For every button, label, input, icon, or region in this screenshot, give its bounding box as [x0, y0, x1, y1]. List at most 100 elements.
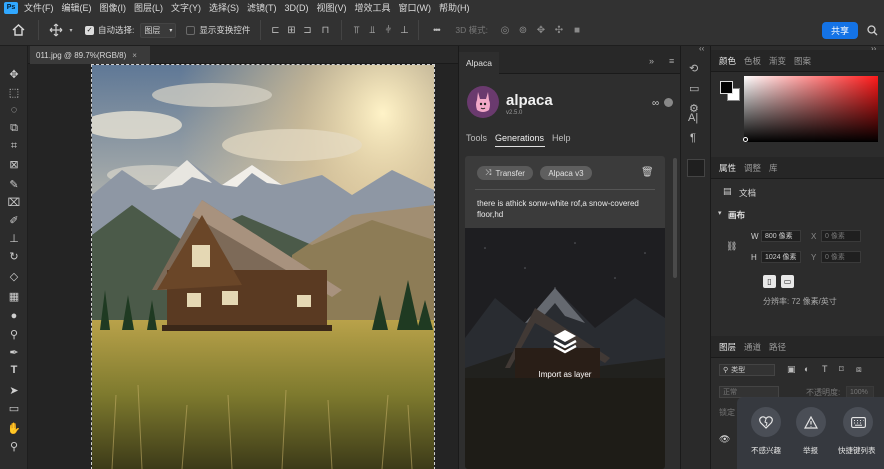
report-button[interactable]: [796, 407, 826, 437]
tab-adjustments[interactable]: 调整: [744, 162, 761, 174]
menu-window[interactable]: 窗口(W): [399, 1, 432, 14]
3d-orbit-icon[interactable]: ◎: [496, 25, 514, 36]
collapse-icon[interactable]: ‹‹: [699, 44, 704, 53]
eraser-tool-icon[interactable]: ◇: [5, 268, 23, 284]
3d-pan-icon[interactable]: ✥: [532, 25, 550, 36]
move-tool-icon[interactable]: [45, 23, 67, 37]
panel-scrollbar[interactable]: [673, 158, 677, 278]
landscape-orientation-button[interactable]: ▭: [781, 275, 794, 288]
height-input[interactable]: 1024 像素: [761, 251, 801, 263]
trash-icon[interactable]: 🗑: [641, 167, 654, 178]
menu-filter[interactable]: 滤镜(T): [247, 1, 277, 14]
import-overlay[interactable]: Import as layer: [465, 228, 665, 469]
generated-image[interactable]: Import as layer: [465, 228, 665, 469]
toggle-icon[interactable]: [664, 98, 673, 107]
tab-gradients[interactable]: 渐变: [769, 55, 786, 67]
tab-generations[interactable]: Generations: [495, 133, 544, 143]
menu-help[interactable]: 帮助(H): [439, 1, 470, 14]
document-tab[interactable]: 011.jpg @ 89.7%(RGB/8) ×: [30, 46, 150, 64]
rectangle-tool-icon[interactable]: ▭: [5, 400, 23, 416]
healing-brush-tool-icon[interactable]: ⌧: [5, 194, 23, 210]
paragraph-icon[interactable]: ¶: [690, 132, 696, 144]
align-left-icon[interactable]: ⊏: [267, 25, 283, 36]
menu-3d[interactable]: 3D(D): [285, 3, 309, 13]
brush-tool-icon[interactable]: ✐: [5, 212, 23, 228]
3d-slide-icon[interactable]: ✣: [550, 25, 568, 36]
tab-help[interactable]: Help: [552, 133, 571, 143]
distribute-icon[interactable]: ⊥: [396, 25, 412, 36]
align-center-horizontal-icon[interactable]: ⊞: [283, 25, 299, 36]
3d-camera-icon[interactable]: ■: [568, 25, 586, 36]
3d-roll-icon[interactable]: ⊚: [514, 25, 532, 36]
filter-type-icon[interactable]: T: [822, 364, 828, 374]
tab-color[interactable]: 颜色: [719, 55, 736, 67]
align-right-icon[interactable]: ⊐: [299, 25, 315, 36]
foreground-color-swatch[interactable]: [720, 81, 733, 94]
eyedropper-tool-icon[interactable]: ✎: [5, 176, 23, 192]
history-icon[interactable]: ⟲: [689, 62, 698, 75]
panel-thumbnail[interactable]: [687, 159, 705, 177]
history-brush-tool-icon[interactable]: ↻: [5, 248, 23, 264]
collapse-panel-icon[interactable]: »: [649, 56, 654, 66]
show-transform-checkbox[interactable]: [186, 25, 196, 35]
frame-tool-icon[interactable]: ⊠: [5, 156, 23, 172]
comment-icon[interactable]: ▭: [689, 82, 699, 95]
menu-file[interactable]: 文件(F): [24, 1, 54, 14]
menu-edit[interactable]: 编辑(E): [62, 1, 92, 14]
more-options-icon[interactable]: •••: [425, 25, 447, 35]
home-icon[interactable]: [4, 20, 32, 40]
search-icon[interactable]: [866, 24, 878, 36]
filter-shape-icon[interactable]: ⌑: [839, 364, 844, 375]
menu-type[interactable]: 文字(Y): [171, 1, 201, 14]
clone-stamp-tool-icon[interactable]: ⊥: [5, 230, 23, 246]
tab-channels[interactable]: 通道: [744, 341, 761, 353]
align-top-icon[interactable]: ⊓: [315, 25, 335, 36]
y-input[interactable]: 0 像素: [821, 251, 861, 263]
lasso-tool-icon[interactable]: ◌: [5, 102, 23, 118]
link-dimensions-icon[interactable]: ⛓: [726, 241, 737, 252]
filter-pixel-icon[interactable]: ▣: [787, 364, 796, 375]
eye-icon[interactable]: 👁: [719, 434, 730, 445]
x-input[interactable]: 0 像素: [821, 230, 861, 242]
align-vertical-center-icon[interactable]: ⫫: [364, 25, 380, 36]
chevron-down-icon[interactable]: ▾: [67, 27, 75, 34]
share-button[interactable]: 共享: [822, 22, 858, 39]
link-icon[interactable]: ∞: [652, 98, 659, 109]
blur-tool-icon[interactable]: ●: [5, 308, 23, 324]
layer-filter-dropdown[interactable]: ⚲ 类型: [719, 364, 775, 376]
auto-select-dropdown[interactable]: 图层 ▾: [140, 22, 177, 38]
tab-tools[interactable]: Tools: [466, 133, 487, 143]
transfer-button[interactable]: ⤨ Transfer: [477, 166, 533, 180]
tab-swatches[interactable]: 色板: [744, 55, 761, 67]
gradient-tool-icon[interactable]: ▦: [5, 288, 23, 304]
auto-select-checkbox[interactable]: ✓: [85, 25, 94, 35]
hand-tool-icon[interactable]: ✋: [5, 420, 23, 436]
marquee-tool-icon[interactable]: ⬚: [5, 84, 23, 100]
not-interested-button[interactable]: [751, 407, 781, 437]
tab-layers[interactable]: 图层: [719, 341, 736, 353]
menu-select[interactable]: 选择(S): [209, 1, 239, 14]
portrait-orientation-button[interactable]: ▯: [763, 275, 776, 288]
dodge-tool-icon[interactable]: ⚲: [5, 326, 23, 342]
tab-paths[interactable]: 路径: [769, 341, 786, 353]
align-vertical-top-icon[interactable]: ⫪: [348, 25, 364, 36]
align-vertical-bottom-icon[interactable]: ⫩: [380, 25, 396, 36]
pen-tool-icon[interactable]: ✒: [5, 344, 23, 360]
width-input[interactable]: 800 像素: [761, 230, 801, 242]
tab-properties[interactable]: 属性: [719, 162, 736, 174]
chevron-down-icon[interactable]: ▾: [718, 209, 722, 217]
menu-layer[interactable]: 图层(L): [134, 1, 163, 14]
character-type-icon[interactable]: A|: [688, 112, 698, 124]
shortcut-list-button[interactable]: [843, 407, 873, 437]
tab-patterns[interactable]: 图案: [794, 55, 811, 67]
document-canvas-image[interactable]: [91, 64, 435, 469]
close-icon[interactable]: ×: [132, 51, 137, 60]
move-tool-icon[interactable]: ✥: [5, 66, 23, 82]
crop-tool-icon[interactable]: ⌗: [5, 138, 23, 154]
menu-plugins[interactable]: 增效工具: [355, 1, 391, 14]
type-tool-icon[interactable]: T: [5, 362, 23, 378]
color-picker-field[interactable]: [744, 76, 878, 142]
menu-image[interactable]: 图像(I): [100, 1, 127, 14]
filter-smart-object-icon[interactable]: ⧈: [856, 364, 862, 375]
alpaca-panel-tab[interactable]: Alpaca: [459, 52, 499, 74]
